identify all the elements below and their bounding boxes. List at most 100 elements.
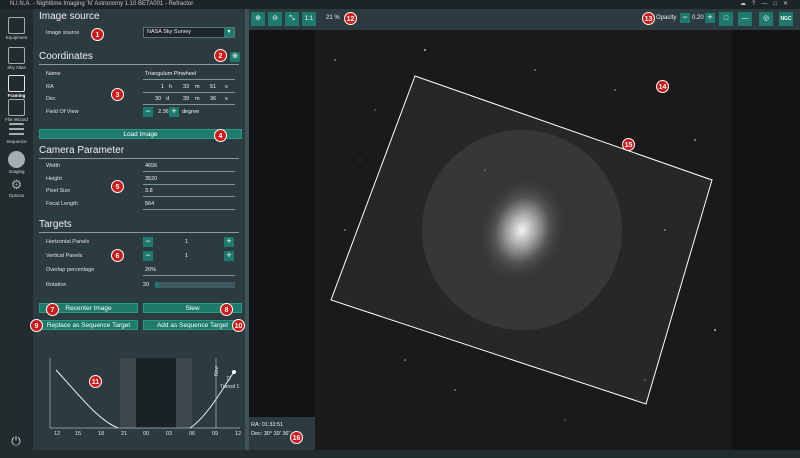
zoom-in-icon[interactable]: ⊕ (251, 12, 265, 26)
callout-badge: 15 (622, 138, 635, 151)
vertical-panels-input[interactable]: 1 (185, 253, 188, 259)
twilight-band-morning (176, 358, 192, 428)
x-tick-label: 12 (235, 431, 242, 437)
nav-sky-atlas[interactable]: Sky Atlas (0, 47, 33, 70)
callout-badge: 5 (111, 180, 124, 193)
horizontal-panels-decrease-button[interactable]: − (143, 237, 153, 247)
main-nav: Equipment Sky Atlas Framing Flat Wizard … (0, 9, 33, 458)
replace-sequence-target-button[interactable]: Replace as Sequence Target (39, 320, 138, 330)
nav-label: Imaging (8, 169, 25, 174)
ra-hours-input[interactable]: 1 (161, 84, 164, 90)
opacity-label: Opacity (656, 15, 677, 21)
callout-badge: 14 (656, 80, 669, 93)
camera-width-input[interactable]: 4656 (145, 163, 157, 169)
status-bar (33, 450, 800, 458)
altitude-chart: Now 77 Transit 1 (40, 346, 245, 444)
dec-minutes-unit: m (195, 96, 200, 102)
window-controls[interactable]: ☁?—□✕ (740, 0, 794, 9)
callout-badge: 12 (344, 12, 357, 25)
equipment-icon (8, 17, 25, 34)
sky-survey-image[interactable] (315, 30, 732, 450)
add-sequence-target-button[interactable]: Add as Sequence Target (143, 320, 242, 330)
divider (143, 275, 235, 276)
horizontal-panels-increase-button[interactable]: + (224, 237, 234, 247)
power-icon[interactable]: ⏻ (9, 434, 23, 448)
x-tick-label: 12 (54, 431, 61, 437)
nav-sequence[interactable]: Sequence (0, 123, 33, 144)
framing-view: ⊕ ⊖ ⤡ 1:1 21 % Opacity − 0.20 + □ — ◎ NG… (249, 9, 800, 450)
opacity-value[interactable]: 0.20 (692, 15, 704, 21)
coordinates-sync-icon[interactable]: ⊕ (230, 52, 240, 62)
callout-badge: 8 (220, 303, 233, 316)
coordinates-heading: Coordinates (39, 51, 93, 62)
ra-seconds-input[interactable]: 51 (210, 84, 216, 90)
opacity-decrease-button[interactable]: − (680, 13, 690, 23)
overlap-input[interactable]: 20% (145, 267, 156, 273)
fov-label: Field Of View (46, 109, 79, 115)
callout-badge: 16 (290, 431, 303, 444)
camera-width-label: Width (46, 163, 61, 169)
name-value[interactable]: Triangulum Pinwheel (145, 71, 196, 77)
vertical-panels-label: Vertical Panels (46, 253, 83, 259)
ngc-button[interactable]: NGC (779, 12, 793, 26)
fov-increase-button[interactable]: + (169, 107, 179, 117)
callout-badge: 9 (30, 319, 43, 332)
framing-icon (8, 75, 25, 92)
x-tick-label: 21 (121, 431, 128, 437)
dec-seconds-input[interactable]: 36 (210, 96, 216, 102)
overlay-toggle-icon[interactable]: □ (719, 12, 733, 26)
divider (143, 79, 235, 80)
x-tick-label: 06 (189, 431, 196, 437)
load-image-button[interactable]: Load Image (39, 129, 242, 139)
status-dec: Dec: 30° 39' 36" (251, 431, 291, 437)
nav-framing[interactable]: Framing (0, 75, 33, 98)
opacity-increase-button[interactable]: + (705, 13, 715, 23)
dec-degrees-input[interactable]: 30 (155, 96, 161, 102)
horizontal-panels-input[interactable]: 1 (185, 239, 188, 245)
globe-icon[interactable]: ◎ (759, 12, 773, 26)
vertical-panels-increase-button[interactable]: + (224, 251, 234, 261)
title-bar: N.I.N.A. - Nighttime Imaging 'N' Astrono… (0, 0, 800, 9)
zoom-out-icon[interactable]: ⊖ (268, 12, 282, 26)
vertical-panels-decrease-button[interactable]: − (143, 251, 153, 261)
divider (143, 92, 235, 93)
x-tick-label: 15 (75, 431, 82, 437)
x-tick-label: 00 (143, 431, 150, 437)
nav-options[interactable]: ⚙ Options (0, 177, 33, 198)
focal-length-input[interactable]: 564 (145, 201, 154, 207)
chevron-down-icon: ▾ (224, 28, 234, 37)
fov-input[interactable]: 2.36 (158, 109, 169, 115)
altitude-value-label: 77 (226, 376, 232, 382)
dec-seconds-unit: s (225, 96, 228, 102)
ra-seconds-unit: s (225, 84, 228, 90)
status-ra: RA: 01:33:51 (251, 422, 284, 428)
camera-height-label: Height (46, 176, 62, 182)
crosshair-icon[interactable]: — (738, 12, 752, 26)
pixel-size-input[interactable]: 3.8 (145, 188, 153, 194)
image-source-select[interactable]: NASA Sky Survey ▾ (143, 27, 235, 38)
divider (39, 64, 239, 65)
one-to-one-button[interactable]: 1:1 (302, 12, 316, 26)
camera-height-input[interactable]: 3520 (145, 176, 157, 182)
callout-badge: 11 (89, 375, 102, 388)
ra-minutes-input[interactable]: 33 (183, 84, 189, 90)
transit-label: Transit 1 (220, 384, 239, 390)
dec-minutes-input[interactable]: 39 (183, 96, 189, 102)
nav-label: Sequence (6, 139, 27, 144)
nav-equipment[interactable]: Equipment (0, 17, 33, 40)
nav-flat-wizard[interactable]: Flat Wizard (0, 99, 33, 122)
rotation-input[interactable]: 20 (143, 282, 149, 288)
rotation-label: Rotation (46, 282, 67, 288)
divider (143, 104, 235, 105)
divider (143, 196, 235, 197)
nav-label: Equipment (5, 35, 28, 40)
nav-imaging[interactable]: Imaging (0, 151, 33, 174)
rotation-slider[interactable] (155, 282, 235, 288)
fov-decrease-button[interactable]: − (143, 107, 153, 117)
window-title: N.I.N.A. - Nighttime Imaging 'N' Astrono… (10, 1, 194, 7)
image-source-heading: Image source (39, 11, 100, 22)
nav-label: Options (8, 193, 25, 198)
zoom-level: 21 % (326, 15, 340, 21)
callout-badge: 13 (642, 12, 655, 25)
fit-icon[interactable]: ⤡ (285, 12, 299, 26)
